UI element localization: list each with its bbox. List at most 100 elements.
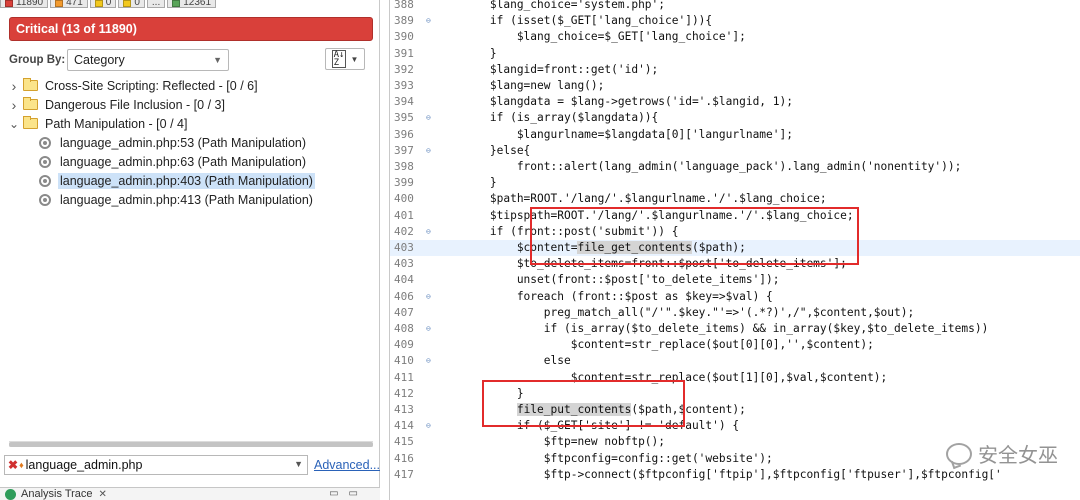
code-text: $langdata = $lang->getrows('id='.$langid… <box>436 95 793 109</box>
code-line[interactable]: 392 $langid=front::get('id'); <box>390 62 1080 78</box>
code-text: $langurlname=$langdata[0]['langurlname']… <box>436 127 793 141</box>
code-line[interactable]: 390 $lang_choice=$_GET['lang_choice']; <box>390 29 1080 45</box>
tree-issue[interactable]: language_admin.php:53 (Path Manipulation… <box>0 133 380 152</box>
chevron-down-icon[interactable]: ▼ <box>294 459 303 469</box>
code-text: $lang=new lang(); <box>436 79 605 92</box>
line-number: 392 <box>394 62 414 76</box>
code-text: } <box>436 46 497 60</box>
tree-label: language_admin.php:413 (Path Manipulatio… <box>60 192 313 207</box>
tree-label: Dangerous File Inclusion - [0 / 3] <box>45 97 225 112</box>
chevron-right-icon[interactable]: › <box>8 97 20 113</box>
issues-panel: 11890 471 0 0... 12361 Critical (13 of 11890… <box>0 0 380 500</box>
chevron-down-icon: ▼ <box>350 54 359 64</box>
line-number: 401 <box>394 208 414 222</box>
code-line[interactable]: 389 ⊖ if (isset($_GET['lang_choice'])){ <box>390 13 1080 29</box>
issue-icon <box>39 155 51 168</box>
code-line[interactable]: 408 ⊖ if (is_array($to_delete_items) && i… <box>390 321 1080 337</box>
code-line[interactable]: 406 ⊖ foreach (front::$post as $key=>$val… <box>390 289 1080 305</box>
line-number: 398 <box>394 160 414 173</box>
code-text: front::alert(lang_admin('language_pack')… <box>436 160 962 173</box>
severity-swatch <box>94 0 103 7</box>
severity-tab-high[interactable]: 471 <box>50 0 88 8</box>
code-line[interactable]: 388 $lang_choice='system.php'; <box>390 0 1080 13</box>
tab-analysis-trace[interactable]: Analysis Trace <box>21 488 93 500</box>
fold-toggle-icon[interactable]: ⊖ <box>426 418 431 434</box>
code-text: $langid=front::get('id'); <box>436 62 659 76</box>
code-text: unset(front::$post['to_delete_items']); <box>436 273 780 287</box>
horizontal-scrollbar[interactable] <box>9 441 373 447</box>
tree-issue[interactable]: language_admin.php:403 (Path Manipulatio… <box>0 171 380 190</box>
issue-icon <box>39 174 51 187</box>
close-icon[interactable]: ✖ <box>8 458 18 472</box>
advanced-link[interactable]: Advanced... <box>314 458 380 472</box>
severity-tab-critical[interactable]: 11890 <box>0 0 49 8</box>
tree-issue[interactable]: language_admin.php:63 (Path Manipulation… <box>0 152 380 171</box>
line-number: 402 <box>394 224 414 238</box>
code-text: preg_match_all("/'".$key."'=>'(.*?)',/",… <box>436 305 915 319</box>
code-line[interactable]: 400 $path=ROOT.'/lang/'.$langurlname.'/'… <box>390 191 1080 207</box>
minimize-maximize-icons[interactable]: ▭▭ <box>329 488 368 499</box>
line-number: 404 <box>394 273 414 287</box>
sort-button[interactable]: A↓ Z ▼ <box>325 48 365 70</box>
severity-tab-more[interactable]: ... <box>146 0 166 8</box>
line-number: 410 <box>394 354 414 368</box>
tree-issue[interactable]: language_admin.php:413 (Path Manipulatio… <box>0 190 380 209</box>
filter-input[interactable]: ✖ ♦ language_admin.php ▼ <box>4 455 308 475</box>
code-text: if (is_array($to_delete_items) && in_arr… <box>436 322 989 335</box>
scrollbar-thumb[interactable] <box>9 442 373 447</box>
critical-header[interactable]: Critical (13 of 11890) <box>9 17 373 41</box>
code-line[interactable]: 395 ⊖ if (is_array($langdata)){ <box>390 110 1080 126</box>
folder-icon <box>23 116 38 129</box>
code-line[interactable]: 397 ⊖ }else{ <box>390 143 1080 159</box>
chevron-right-icon[interactable]: › <box>8 78 20 94</box>
bottom-tab-bar: Analysis Trace ✕ ▭▭ <box>0 487 380 500</box>
code-line[interactable]: 410 ⊖ else <box>390 353 1080 369</box>
pin-icon: ♦ <box>19 460 24 470</box>
code-line[interactable]: 398 front::alert(lang_admin('language_pa… <box>390 159 1080 175</box>
annotation-box-file-get-contents <box>530 207 859 265</box>
code-line[interactable]: 407 preg_match_all("/'".$key."'=>'(.*?)'… <box>390 305 1080 321</box>
line-number: 408 <box>394 322 414 335</box>
code-line[interactable]: 404 unset(front::$post['to_delete_items'… <box>390 272 1080 288</box>
line-number: 412 <box>394 386 414 400</box>
code-line[interactable]: 396 $langurlname=$langdata[0]['langurlna… <box>390 127 1080 143</box>
close-icon[interactable]: ✕ <box>99 489 107 500</box>
code-line[interactable]: 409 $content=str_replace($out[0][0],'',$… <box>390 337 1080 353</box>
tree-category[interactable]: › Dangerous File Inclusion - [0 / 3] <box>0 95 380 114</box>
fold-toggle-icon[interactable]: ⊖ <box>426 110 431 126</box>
line-number: 414 <box>394 419 414 433</box>
code-line[interactable]: 391 } <box>390 46 1080 62</box>
code-text: $path=ROOT.'/lang/'.$langurlname.'/'.$la… <box>436 192 827 206</box>
tree-label: language_admin.php:403 (Path Manipulatio… <box>58 172 315 189</box>
line-number: 417 <box>394 467 414 481</box>
line-number: 389 <box>394 14 414 28</box>
fold-toggle-icon[interactable]: ⊖ <box>426 13 431 29</box>
fold-toggle-icon[interactable]: ⊖ <box>426 321 431 337</box>
severity-tab-medium[interactable]: 0 <box>89 0 117 8</box>
group-by-select[interactable]: Category ▼ <box>67 49 229 71</box>
tree-category[interactable]: ⌄ Path Manipulation - [0 / 4] <box>0 114 380 133</box>
line-number: 407 <box>394 305 414 319</box>
code-text: $ftp->connect($ftpconfig['ftpip'],$ftpco… <box>436 467 1002 481</box>
tree-category[interactable]: › Cross-Site Scripting: Reflected - [0 / … <box>0 76 380 95</box>
fold-toggle-icon[interactable]: ⊖ <box>426 289 431 305</box>
line-number: 406 <box>394 289 414 303</box>
fold-toggle-icon[interactable]: ⊖ <box>426 224 431 240</box>
line-number: 395 <box>394 111 414 125</box>
fold-toggle-icon[interactable]: ⊖ <box>426 353 431 369</box>
chevron-down-icon[interactable]: ⌄ <box>8 117 20 131</box>
line-number: 396 <box>394 127 414 141</box>
line-number: 403 <box>394 257 414 271</box>
code-line[interactable]: 399 } <box>390 175 1080 191</box>
line-number: 388 <box>394 0 414 11</box>
severity-tab-all[interactable]: 12361 <box>167 0 217 8</box>
code-line[interactable]: 394 $langdata = $lang->getrows('id='.$la… <box>390 94 1080 110</box>
line-number: 393 <box>394 79 414 92</box>
code-text: } <box>436 176 497 190</box>
severity-count: 11890 <box>16 0 44 8</box>
code-text: $lang_choice=$_GET['lang_choice']; <box>436 30 746 44</box>
group-by-row: Group By: Category ▼ A↓ Z ▼ <box>9 48 373 72</box>
severity-tab-low[interactable]: 0 <box>118 0 145 8</box>
fold-toggle-icon[interactable]: ⊖ <box>426 143 431 159</box>
code-line[interactable]: 393 $lang=new lang(); <box>390 78 1080 94</box>
